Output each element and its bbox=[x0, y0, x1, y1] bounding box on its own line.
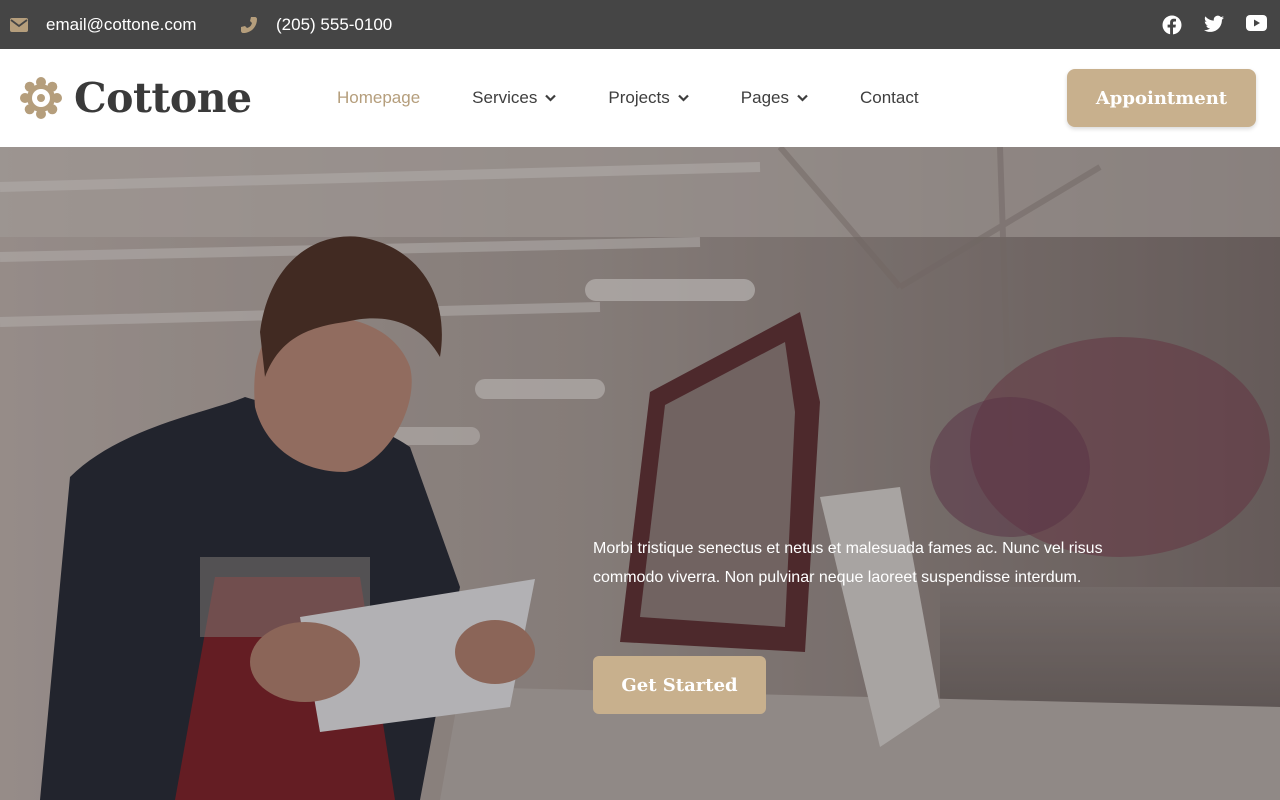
youtube-icon[interactable] bbox=[1246, 14, 1267, 35]
twitter-icon[interactable] bbox=[1204, 15, 1224, 35]
nav-item-services[interactable]: Services bbox=[472, 88, 557, 108]
nav-label: Projects bbox=[608, 88, 670, 107]
email-contact[interactable]: email@cottone.com bbox=[10, 0, 197, 49]
logo-text: Cottone bbox=[74, 74, 252, 122]
phone-contact[interactable]: (205) 555-0100 bbox=[240, 0, 392, 49]
nav-item-projects[interactable]: Projects bbox=[608, 88, 689, 108]
hero-section: Morbi tristique senectus et netus et mal… bbox=[0, 147, 1280, 800]
phone-link[interactable]: (205) 555-0100 bbox=[276, 15, 392, 35]
nav-label: Contact bbox=[859, 88, 919, 107]
top-bar: email@cottone.com (205) 555-0100 bbox=[0, 0, 1280, 49]
email-link[interactable]: email@cottone.com bbox=[46, 15, 197, 35]
logo-flower-icon bbox=[20, 77, 62, 119]
nav-label: Services bbox=[472, 88, 538, 107]
site-logo[interactable]: Cottone bbox=[20, 49, 252, 147]
nav-item-contact[interactable]: Contact bbox=[860, 88, 919, 108]
site-header: Cottone Homepage Services Projects Pages… bbox=[0, 49, 1280, 147]
chevron-down-icon bbox=[545, 94, 557, 102]
nav-label: Homepage bbox=[337, 88, 421, 107]
get-started-button[interactable]: Get Started bbox=[593, 656, 766, 714]
appointment-button[interactable]: Appointment bbox=[1067, 69, 1256, 127]
main-nav: Homepage Services Projects Pages Contact bbox=[337, 49, 919, 147]
chevron-down-icon bbox=[678, 94, 689, 102]
envelope-icon bbox=[10, 17, 28, 32]
social-links bbox=[1162, 0, 1267, 49]
phone-icon bbox=[240, 16, 258, 34]
chevron-down-icon bbox=[797, 94, 808, 102]
hero-text: Morbi tristique senectus et netus et mal… bbox=[593, 540, 1103, 586]
nav-item-homepage[interactable]: Homepage bbox=[337, 88, 420, 108]
nav-label: Pages bbox=[740, 88, 789, 107]
facebook-icon[interactable] bbox=[1162, 15, 1182, 35]
nav-item-pages[interactable]: Pages bbox=[741, 88, 808, 108]
